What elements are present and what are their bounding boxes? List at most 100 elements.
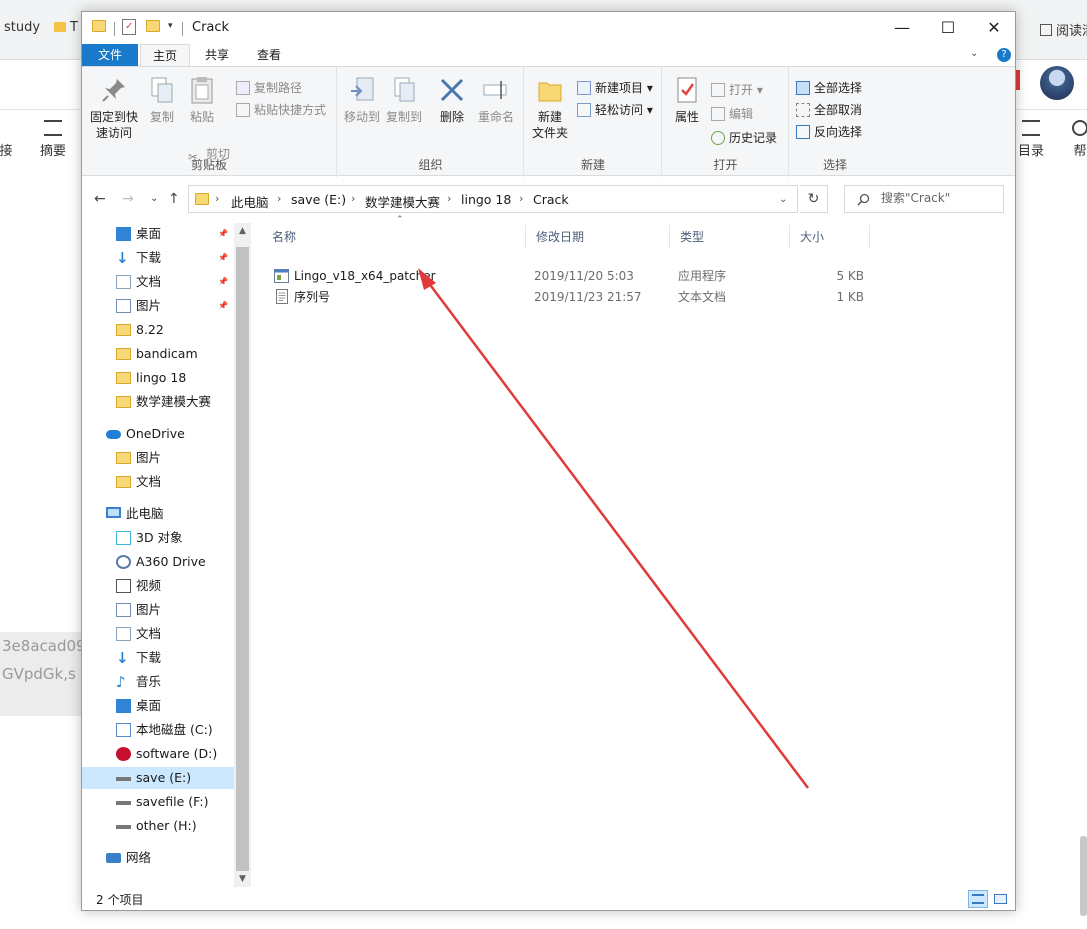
tab-home[interactable]: 主页 [140,44,190,67]
search-input[interactable] [881,191,999,205]
help-icon[interactable]: ? [997,48,1011,62]
select-none-button[interactable]: 全部取消 [796,101,862,118]
sidebar-item-pc-1[interactable]: A360 Drive [82,551,234,573]
refresh-button[interactable]: ↻ [800,185,828,213]
scroll-up-icon[interactable]: ▲ [234,223,251,239]
breadcrumb-this-pc[interactable]: 此电脑 [231,192,269,211]
sidebar-item-pc-9[interactable]: software (D:) [82,743,234,765]
drive-icon [116,795,131,805]
move-to-button[interactable]: 移动到 [342,75,382,125]
copy-button[interactable]: 复制 [144,75,180,125]
help-tool[interactable]: 帮 [1068,120,1087,159]
sidebar-item-this-pc[interactable]: 此电脑 [82,503,234,525]
minimize-button[interactable]: — [879,12,925,44]
sidebar-item-pc-0[interactable]: 3D 对象 [82,527,234,549]
search-box[interactable] [844,185,1004,213]
column-header-type[interactable]: 类型 [670,225,790,249]
edit-button[interactable]: 编辑 [711,105,753,122]
up-arrow-icon[interactable]: ↑ [168,191,180,207]
scroll-down-icon[interactable]: ▼ [234,871,251,887]
open-button[interactable]: 打开 ▾ [711,81,763,98]
large-icons-view-button[interactable] [990,890,1010,908]
folder-icon [116,324,131,336]
close-button[interactable]: ✕ [971,12,1015,44]
sidebar-item-pc-11[interactable]: savefile (F:) [82,791,234,813]
ribbon-expand-icon[interactable]: ⌄ [970,48,978,59]
sidebar-item-pc-5[interactable]: ↓ 下载 [82,647,234,669]
properties-button[interactable]: 属性 [669,75,705,125]
sidebar-item-pc-10[interactable]: save (E:) [82,767,234,789]
sidebar-item-network[interactable]: 网络 [82,847,234,869]
column-header-date[interactable]: 修改日期 [526,225,670,249]
paste-button[interactable]: 粘贴 [184,75,220,125]
back-arrow-icon[interactable]: ← [94,191,106,207]
file-type: 文本文档 [678,290,727,304]
breadcrumb-lingo18[interactable]: lingo 18 [461,192,511,207]
sidebar-item-quick-7[interactable]: 数学建模大赛 [82,391,234,413]
sidebar-item-quick-0[interactable]: 桌面 📌 [82,223,234,245]
page-scrollbar[interactable] [1080,836,1087,916]
easy-access-button[interactable]: 轻松访问 ▾ [577,101,653,118]
address-dropdown-icon[interactable]: ⌄ [779,194,787,205]
move-to-icon [351,77,374,101]
sidebar-item-quick-1[interactable]: ↓ 下载 📌 [82,247,234,269]
avatar[interactable] [1040,66,1074,100]
background-text: 3e8acad09 GVpdGk,s [0,632,84,716]
quick-access-dropdown-icon[interactable]: ▾ [168,21,173,31]
bookmark-study[interactable]: study [4,20,40,35]
address-bar[interactable]: › 此电脑 › save (E:) › 数学建模大赛 › lingo 18 › … [188,185,798,213]
file-row[interactable]: Lingo_v18_x64_patcher 2019/11/20 5:03 应用… [262,266,864,286]
sidebar-item-pc-6[interactable]: ♪ 音乐 [82,671,234,693]
sidebar-item-onedrive-0[interactable]: 图片 [82,447,234,469]
details-view-button[interactable] [968,890,988,908]
sidebar-item-quick-3[interactable]: 图片 📌 [82,295,234,317]
pin-to-quick-access-button[interactable]: 固定到快 速访问 [88,75,140,141]
scrollbar-thumb[interactable] [236,247,249,871]
invert-selection-button[interactable]: 反向选择 [796,123,862,140]
sidebar-item-quick-4[interactable]: 8.22 [82,319,234,341]
breadcrumb-math-modeling[interactable]: 数学建模大赛 [365,192,440,211]
properties-quick-icon[interactable]: ✓ [122,19,136,35]
select-all-button[interactable]: 全部选择 [796,79,862,96]
sidebar-item-quick-6[interactable]: lingo 18 [82,367,234,389]
rename-button[interactable]: 重命名 [474,75,518,125]
reading-list-button[interactable]: 阅读清 [1040,20,1087,39]
bookmark-t[interactable]: T [54,20,78,35]
sidebar-item-onedrive-1[interactable]: 文档 [82,471,234,493]
tab-file[interactable]: 文件 [82,44,138,66]
column-header-size[interactable]: 大小 [790,225,870,249]
sidebar-item-pc-7[interactable]: 桌面 [82,695,234,717]
sidebar-item-quick-2[interactable]: 文档 📌 [82,271,234,293]
maximize-button[interactable]: ☐ [925,12,971,44]
summary-tool[interactable]: 摘要 [38,120,68,159]
forward-arrow-icon[interactable]: → [122,191,134,207]
tab-view[interactable]: 查看 [244,44,294,66]
new-folder-button[interactable]: 新建 文件夹 [529,75,571,141]
new-item-button[interactable]: 新建项目 ▾ [577,79,653,96]
sidebar-item-pc-2[interactable]: 视频 [82,575,234,597]
toc-tool[interactable]: 目录 [1016,120,1046,159]
sidebar-item-pc-12[interactable]: other (H:) [82,815,234,837]
delete-button[interactable]: 删除 [434,75,470,125]
tab-share[interactable]: 共享 [192,44,242,66]
breadcrumb-save-e[interactable]: save (E:) [291,192,346,207]
sidebar-item-quick-5[interactable]: bandicam [82,343,234,365]
tool-left-1[interactable]: 接 [0,120,18,159]
sidebar-item-pc-4[interactable]: 文档 [82,623,234,645]
sidebar-item-label: 音乐 [136,674,162,689]
breadcrumb-crack[interactable]: Crack [533,192,569,207]
recent-locations-icon[interactable]: ⌄ [150,193,158,204]
copy-to-button[interactable]: 复制到 [384,75,424,125]
document-icon [116,627,131,641]
summary-icon [44,120,62,136]
column-header-name[interactable]: 名称 [262,225,526,249]
sidebar-item-pc-3[interactable]: 图片 [82,599,234,621]
navigation-pane-scrollbar[interactable]: ▲ ▼ [234,223,251,887]
sidebar-item-onedrive[interactable]: OneDrive [82,423,234,445]
new-folder-quick-icon[interactable] [146,20,160,32]
sidebar-item-pc-8[interactable]: 本地磁盘 (C:) [82,719,234,741]
file-row[interactable]: 序列号 2019/11/23 21:57 文本文档 1 KB [262,287,864,307]
paste-shortcut-button[interactable]: 粘贴快捷方式 [236,101,326,118]
history-button[interactable]: 历史记录 [711,129,777,146]
copy-path-button[interactable]: 复制路径 [236,79,302,96]
